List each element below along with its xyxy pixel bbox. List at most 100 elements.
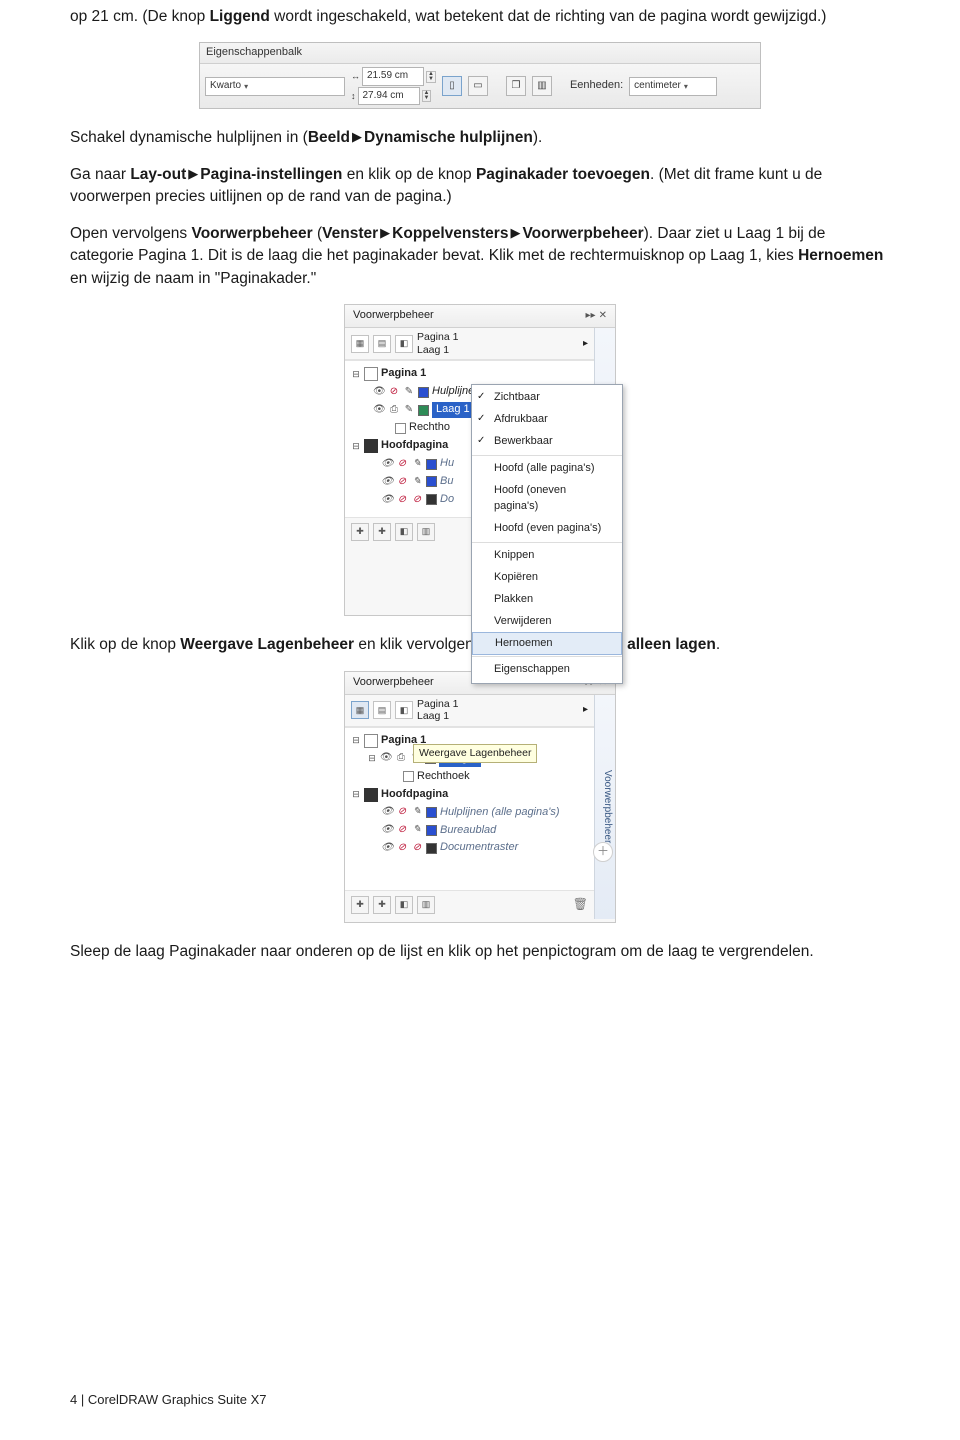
ctx-item-hoofd-oneven[interactable]: Hoofd (oneven pagina's) bbox=[472, 480, 622, 518]
print-off-icon[interactable]: ⊘ bbox=[396, 457, 408, 472]
collapse-icon[interactable]: ⊟ bbox=[351, 788, 361, 801]
pen-icon[interactable]: ✎ bbox=[403, 403, 415, 418]
pen-icon[interactable]: ✎ bbox=[411, 475, 423, 490]
eye-icon[interactable]: 👁 bbox=[381, 475, 393, 490]
chevron-right-icon[interactable]: ▸ bbox=[583, 337, 588, 352]
eye-icon[interactable]: 👁 bbox=[381, 457, 393, 472]
ctx-item-hoofd-alle[interactable]: Hoofd (alle pagina's) bbox=[472, 455, 622, 480]
ctx-item-knippen[interactable]: Knippen bbox=[472, 542, 622, 567]
panel-header-band: ▦ ▤ ◧ Pagina 1 Laag 1 ▸ bbox=[345, 328, 594, 360]
tree-row-rechthoek[interactable]: Rechthoek bbox=[345, 768, 594, 786]
eye-icon[interactable]: 👁 bbox=[381, 805, 393, 820]
footer-button[interactable]: ▥ bbox=[417, 523, 435, 541]
tree-row-page1[interactable]: ⊟ Pagina 1 bbox=[345, 365, 594, 383]
bold-text: Liggend bbox=[210, 8, 270, 25]
units-dropdown[interactable]: centimeter ▾ bbox=[629, 77, 717, 96]
pen-icon[interactable]: ✎ bbox=[411, 823, 423, 838]
flyout-icon[interactable]: ▸▸ bbox=[586, 310, 596, 321]
print-off-icon[interactable]: ⊘ bbox=[396, 805, 408, 820]
tree-row-hulplijnen-all[interactable]: 👁⊘✎ Hulplijnen (alle pagina's) bbox=[345, 804, 594, 822]
collapse-icon[interactable]: ⊟ bbox=[351, 368, 361, 381]
close-icon[interactable]: ✕ bbox=[599, 310, 607, 321]
ctx-item-bewerkbaar[interactable]: ✓Bewerkbaar bbox=[472, 431, 622, 453]
panel-side-tab[interactable]: Voorwerpbeheer bbox=[594, 695, 615, 919]
ctx-item-afdrukbaar[interactable]: ✓Afdrukbaar bbox=[472, 409, 622, 431]
arrow-icon: ▶ bbox=[380, 224, 390, 243]
mini-icon[interactable]: ▤ bbox=[373, 701, 391, 719]
height-icon: ↕ bbox=[351, 90, 356, 103]
page-preset-dropdown[interactable]: Kwarto ▾ bbox=[205, 77, 345, 96]
text: op 21 cm. (De knop bbox=[70, 8, 210, 25]
footer-button[interactable]: ◧ bbox=[395, 896, 413, 914]
tree-row-hoofdpagina[interactable]: ⊟ Hoofdpagina bbox=[345, 786, 594, 804]
text: Klik op de knop bbox=[70, 636, 180, 653]
arrow-icon: ▶ bbox=[188, 165, 198, 184]
check-icon: ✓ bbox=[477, 412, 485, 427]
panel-title-bar[interactable]: Voorwerpbeheer ▸▸ ✕ bbox=[345, 305, 615, 328]
page-width-field[interactable]: 21.59 cm bbox=[362, 67, 424, 86]
ctx-item-hernoemen[interactable]: Hernoemen bbox=[472, 632, 622, 656]
pen-icon[interactable]: ✎ bbox=[411, 457, 423, 472]
eye-icon[interactable]: 👁 bbox=[381, 841, 393, 856]
ctx-label: Hernoemen bbox=[495, 637, 552, 649]
width-spinner[interactable]: ▲▼ bbox=[426, 71, 436, 83]
tree-row-documentraster[interactable]: 👁⊘⊘ Documentraster bbox=[345, 839, 594, 857]
mini-icon[interactable]: ◧ bbox=[395, 701, 413, 719]
layer-color-icon bbox=[418, 405, 429, 416]
ctx-item-plakken[interactable]: Plakken bbox=[472, 589, 622, 611]
arrow-icon: ▶ bbox=[352, 128, 362, 147]
print-off-icon[interactable]: ⊘ bbox=[396, 475, 408, 490]
print-off-icon[interactable]: ⊘ bbox=[396, 493, 408, 508]
page-preset-value: Kwarto bbox=[210, 79, 241, 94]
mini-icon[interactable]: ▦ bbox=[351, 335, 369, 353]
eye-icon[interactable]: 👁 bbox=[381, 493, 393, 508]
collapse-icon[interactable]: ⊟ bbox=[351, 734, 361, 747]
add-badge-icon[interactable]: ＋ bbox=[593, 842, 613, 862]
portrait-button[interactable]: ▯ bbox=[442, 76, 462, 96]
paragraph-6: Sleep de laag Paginakader naar onderen o… bbox=[70, 941, 890, 963]
page-height-field[interactable]: 27.94 cm bbox=[358, 87, 420, 106]
footer-button[interactable]: ◧ bbox=[395, 523, 413, 541]
eye-icon[interactable]: 👁 bbox=[373, 403, 385, 418]
print-icon[interactable]: ⎙ bbox=[388, 403, 400, 418]
new-master-layer-button[interactable]: ✚ bbox=[373, 523, 391, 541]
mini-icon[interactable]: ▤ bbox=[373, 335, 391, 353]
landscape-button[interactable]: ▭ bbox=[468, 76, 488, 96]
eye-icon[interactable]: 👁 bbox=[373, 385, 385, 400]
lock-icon[interactable]: ⊘ bbox=[411, 841, 423, 856]
tree-row-bureaublad[interactable]: 👁⊘✎ Bureaublad bbox=[345, 822, 594, 840]
collapse-icon[interactable]: ⊟ bbox=[351, 440, 361, 453]
pages-icon-1[interactable]: ❐ bbox=[506, 76, 526, 96]
footer-button[interactable]: ▥ bbox=[417, 896, 435, 914]
bold-text: Paginakader toevoegen bbox=[476, 166, 650, 183]
lock-icon[interactable]: ⊘ bbox=[411, 493, 423, 508]
new-layer-button[interactable]: ✚ bbox=[351, 523, 369, 541]
pages-icon-2[interactable]: ▥ bbox=[532, 76, 552, 96]
trash-icon[interactable]: 🗑 bbox=[573, 896, 588, 913]
mini-icon[interactable]: ◧ bbox=[395, 335, 413, 353]
print-off-icon[interactable]: ⊘ bbox=[396, 841, 408, 856]
height-spinner[interactable]: ▲▼ bbox=[422, 90, 432, 102]
collapse-icon[interactable]: ⊟ bbox=[367, 752, 377, 765]
print-icon[interactable]: ⎙ bbox=[395, 751, 407, 766]
layer-manager-view-button[interactable]: ▦ bbox=[351, 701, 369, 719]
ctx-item-zichtbaar[interactable]: ✓Zichtbaar bbox=[472, 387, 622, 409]
pen-icon[interactable]: ✎ bbox=[403, 385, 415, 400]
tree-label: Rechthoek bbox=[417, 769, 470, 785]
ctx-label: Verwijderen bbox=[494, 615, 551, 627]
ctx-item-eigenschappen[interactable]: Eigenschappen bbox=[472, 656, 622, 681]
new-layer-button[interactable]: ✚ bbox=[351, 896, 369, 914]
ctx-item-hoofd-even[interactable]: Hoofd (even pagina's) bbox=[472, 518, 622, 540]
master-page-icon bbox=[364, 439, 378, 453]
chevron-right-icon[interactable]: ▸ bbox=[583, 703, 588, 718]
eye-icon[interactable]: 👁 bbox=[380, 751, 392, 766]
arrow-icon: ▶ bbox=[510, 224, 520, 243]
ctx-item-verwijderen[interactable]: Verwijderen bbox=[472, 611, 622, 633]
paragraph-2: Schakel dynamische hulplijnen in (Beeld▶… bbox=[70, 127, 890, 149]
print-off-icon[interactable]: ⊘ bbox=[388, 385, 400, 400]
eye-icon[interactable]: 👁 bbox=[381, 823, 393, 838]
ctx-item-kopieren[interactable]: Kopiëren bbox=[472, 567, 622, 589]
pen-icon[interactable]: ✎ bbox=[411, 805, 423, 820]
print-off-icon[interactable]: ⊘ bbox=[396, 823, 408, 838]
new-master-layer-button[interactable]: ✚ bbox=[373, 896, 391, 914]
